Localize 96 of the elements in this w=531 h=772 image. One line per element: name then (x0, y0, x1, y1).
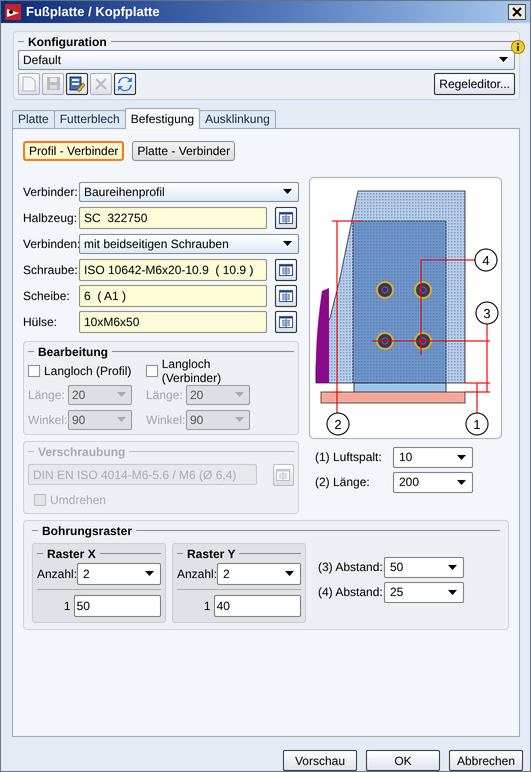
field-label: (4) Abstand: (318, 585, 384, 600)
caret-icon (448, 564, 457, 570)
caret-icon (117, 392, 126, 398)
mode-button[interactable]: Profil - Verbinder (23, 140, 124, 161)
dialog-button[interactable]: Abbrechen (449, 750, 523, 771)
dropdown-field[interactable]: 20 (68, 384, 132, 405)
dropdown-field[interactable]: mit beidseitigen Schrauben (79, 234, 299, 254)
group-title: Raster Y (187, 546, 236, 561)
callout-label: 1 (466, 412, 488, 436)
group-title: Raster X (47, 546, 96, 561)
field-label: Anzahl: (37, 566, 78, 581)
edit-icon (69, 76, 85, 92)
field-label: Winkel: (28, 412, 68, 427)
text-field[interactable]: 40 (214, 594, 301, 617)
refresh-icon (117, 76, 133, 92)
dropdown-field[interactable]: 25 (384, 582, 464, 603)
caret-icon (235, 392, 244, 398)
group-title: Bearbeitung (38, 344, 108, 359)
caret-icon (145, 571, 154, 576)
table-icon (279, 212, 293, 224)
lookup-button[interactable] (275, 258, 297, 281)
dropdown-field[interactable]: Baureihenprofil (79, 182, 299, 202)
close-button[interactable] (508, 4, 526, 20)
tab[interactable]: Platte (12, 110, 55, 128)
caret-icon (283, 241, 292, 246)
checkbox[interactable] (28, 364, 40, 377)
checkbox[interactable] (146, 364, 158, 377)
callout-label: 4 (474, 248, 498, 272)
field-label: Länge: (28, 388, 66, 402)
info-icon (511, 40, 525, 54)
toolbar-button[interactable] (114, 72, 136, 95)
table-icon (279, 264, 293, 276)
caret-icon (457, 454, 466, 460)
save-icon (46, 76, 60, 92)
delete-icon (94, 76, 108, 91)
field-label: Verbinder: (23, 184, 79, 199)
caret-icon (499, 57, 508, 62)
callout-label: 3 (476, 301, 498, 324)
rule-editor-button[interactable]: Regeleditor... (434, 72, 515, 95)
lookup-button[interactable] (275, 284, 297, 307)
checkbox-label: Umdrehen (50, 492, 106, 507)
dialog-button[interactable]: OK (366, 750, 440, 771)
caret-icon (117, 417, 126, 422)
document-icon (22, 76, 36, 92)
dropdown-field[interactable]: 90 (186, 410, 250, 430)
tab[interactable]: Befestigung (124, 108, 200, 129)
toolbar-button[interactable] (66, 72, 88, 95)
field-label: (2) Länge: (315, 475, 371, 490)
field-label: (1) Luftspalt: (315, 450, 383, 464)
mode-button[interactable]: Platte - Verbinder (132, 140, 236, 161)
close-icon (512, 6, 522, 17)
table-icon (279, 316, 293, 328)
group-title: Verschraubung (38, 444, 126, 459)
lookup-button[interactable] (275, 310, 297, 333)
text-field[interactable]: 50 (74, 594, 161, 617)
field-label: (3) Abstand: (318, 560, 384, 574)
text-field[interactable]: ISO 10642-M6x20-10.9 ( 10.9 ) (79, 258, 267, 281)
field-label: Länge: (146, 388, 184, 402)
checkbox-label: Langloch (Profil) (44, 364, 132, 378)
group-title: Bohrungsraster (42, 524, 132, 538)
caret-icon (457, 480, 466, 485)
caret-icon (235, 417, 244, 422)
field-label: Winkel: (146, 412, 186, 427)
dropdown-field[interactable]: 2 (77, 562, 161, 585)
window-title: Fußplatte / Kopfplatte (26, 4, 161, 20)
dropdown-field[interactable]: 50 (384, 556, 464, 578)
dropdown-field[interactable]: 200 (393, 472, 473, 493)
field-label: Halbzeug: (23, 210, 78, 225)
caret-icon (285, 571, 294, 576)
text-field[interactable]: 10xM6x50 (79, 310, 267, 333)
field-label: Hülse: (23, 314, 58, 329)
callout-label: 2 (326, 412, 350, 436)
table-icon (276, 468, 290, 481)
app-icon (5, 4, 21, 20)
caret-icon (283, 189, 292, 194)
lookup-button[interactable] (275, 206, 297, 229)
field-label: Anzahl: (177, 566, 218, 581)
field-label: Schraube: (23, 262, 79, 277)
dropdown-field[interactable]: 10 (393, 446, 473, 468)
dropdown-field[interactable]: 20 (186, 384, 250, 405)
tab[interactable]: Futterblech (54, 110, 126, 128)
caret-icon (448, 590, 457, 595)
dropdown-field[interactable]: 2 (217, 562, 301, 585)
dropdown-field[interactable]: 90 (68, 410, 132, 430)
dialog-button[interactable]: Vorschau (283, 750, 357, 771)
text-field[interactable]: SC 322750 (79, 206, 267, 229)
row-number: 1 (202, 598, 212, 613)
field-label: Scheibe: (23, 288, 71, 303)
row-number: 1 (62, 598, 72, 613)
tab[interactable]: Ausklinkung (199, 110, 276, 128)
field-label: Verbinden: (23, 236, 79, 251)
configuration-dropdown[interactable]: Default (18, 50, 515, 70)
checkbox-label: Langloch (Verbinder) (162, 356, 222, 385)
group-title: Konfiguration (28, 34, 107, 49)
table-icon (279, 290, 293, 302)
text-field[interactable]: 6 ( A1 ) (79, 284, 267, 307)
